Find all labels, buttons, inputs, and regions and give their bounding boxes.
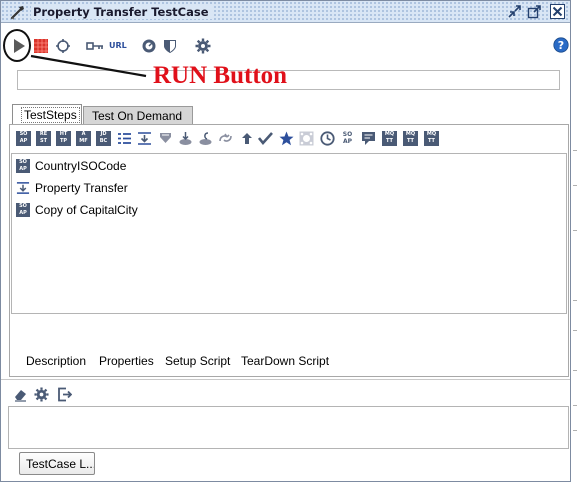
stop-grid-icon[interactable] [33,38,49,54]
tab-teststeps[interactable]: TestSteps [12,104,82,125]
tab-teardown-script[interactable]: TearDown Script [241,354,329,368]
list-item[interactable]: SO AP CountryISOCode [16,157,556,177]
mock-response-icon[interactable] [299,131,314,146]
delay-icon[interactable] [320,131,335,146]
gear-icon[interactable] [195,38,211,54]
wrench-icon [10,6,24,20]
window-title: Property Transfer TestCase [31,5,213,19]
export-icon[interactable] [57,387,72,402]
inspector-tabs: Description Properties Setup Script Tear… [26,354,566,372]
soap-request-icon: SO AP [16,159,30,173]
tab-description[interactable]: Description [26,354,86,368]
http-icon[interactable]: HT TP [56,131,71,146]
url-icon[interactable]: URL [109,41,129,57]
soap-mock-icon[interactable]: SO AP [340,131,355,146]
log-toolbar [11,387,91,405]
target-icon[interactable] [141,38,157,54]
properties-icon[interactable] [117,131,132,146]
step-label: Copy of CapitalCity [35,203,138,217]
shrink-icon[interactable] [507,4,522,19]
key-icon[interactable] [86,38,104,54]
filter-input[interactable] [17,70,560,90]
tab-test-on-demand[interactable]: Test On Demand [83,106,193,125]
teststep-list: SO AP CountryISOCode Property Transfer SO… [11,153,567,314]
step-toolbar: SO AP RE ST HT TP A MF JD BC SO AP MQ TT MQ TT M… [16,131,564,149]
soap-icon[interactable]: SO AP [16,131,31,146]
loop-icon[interactable] [218,131,233,146]
run-annotation-label: RUN Button [153,62,288,89]
tab-properties[interactable]: Properties [99,354,154,368]
mqtt-receive-icon[interactable]: MQ TT [424,131,439,146]
datasource-icon[interactable] [178,131,193,146]
help-icon[interactable]: ? [553,37,569,53]
testcase-log-button[interactable]: TestCase L... [19,452,95,475]
loop-icon[interactable] [55,38,71,54]
divider [1,379,570,380]
teststeps-panel: SO AP RE ST HT TP A MF JD BC SO AP MQ TT MQ TT M… [9,124,569,377]
close-icon[interactable] [550,4,565,19]
conditional-goto-icon[interactable] [158,131,173,146]
testcase-toolbar: URL ? [1,24,570,67]
tab-teststeps-label: TestSteps [21,107,80,123]
tab-test-on-demand-label: Test On Demand [92,109,183,123]
datasink-icon[interactable] [198,131,213,146]
maximize-icon[interactable] [527,4,542,19]
gear-icon[interactable] [34,387,49,402]
rest-icon[interactable]: RE ST [36,131,51,146]
property-transfer-icon [16,182,30,194]
mqtt-publish-icon[interactable]: MQ TT [382,131,397,146]
title-bar[interactable]: Property Transfer TestCase [1,1,570,23]
check-icon[interactable] [258,131,273,146]
eraser-icon[interactable] [13,387,28,402]
assertion-icon[interactable] [239,131,254,146]
step-label: Property Transfer [35,181,128,195]
mqtt-drop-icon[interactable]: MQ TT [403,131,418,146]
property-transfer-icon[interactable] [137,131,152,146]
star-icon[interactable] [279,131,294,146]
svg-text:?: ? [558,39,564,52]
list-item[interactable]: Property Transfer [16,179,556,199]
amf-icon[interactable]: A MF [76,131,91,146]
soap-request-icon: SO AP [16,203,30,217]
window-edge [571,0,577,485]
manual-icon[interactable] [361,131,376,146]
run-button-highlight [3,29,31,62]
shield-icon[interactable] [162,38,178,54]
jdbc-icon[interactable]: JD BC [96,131,111,146]
list-item[interactable]: SO AP Copy of CapitalCity [16,201,556,221]
log-area[interactable] [8,406,569,449]
step-label: CountryISOCode [35,159,127,173]
tab-setup-script[interactable]: Setup Script [165,354,230,368]
